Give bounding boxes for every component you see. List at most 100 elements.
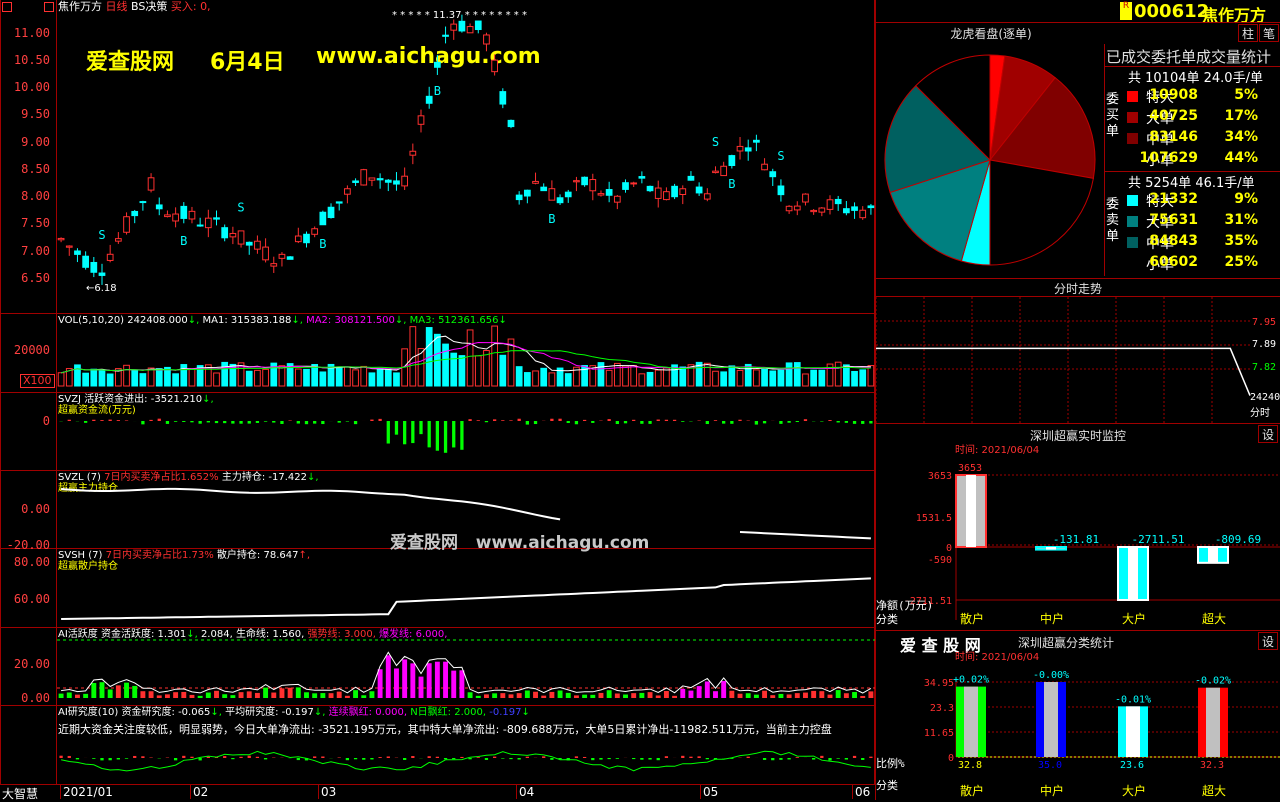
svzj-bar (199, 421, 202, 424)
bar-mode-button[interactable]: 柱 (1238, 24, 1258, 42)
svzj-bar (84, 421, 87, 423)
ai-research-bar (501, 758, 504, 759)
candle-body (91, 262, 97, 272)
legend-value: 107629 (1138, 150, 1198, 166)
ai-active-bar (836, 690, 841, 698)
svzj-bar (231, 421, 234, 424)
volume-bar (83, 373, 89, 386)
ai-active-bar (337, 692, 342, 698)
legend-value: 40725 (1138, 108, 1198, 124)
monitor-category: 超大 (1202, 611, 1226, 626)
classify-bar-chart[interactable]: 34.9523.311.650+0.02%32.8-0.00%35.0-0.01… (876, 662, 1280, 800)
ai-research-bar (68, 756, 71, 758)
svzj-bar (223, 421, 226, 423)
candle-body (500, 92, 506, 104)
monitor-axis-label: -590 (928, 555, 952, 566)
ai-active-bar (599, 693, 604, 698)
svzj-bar (575, 421, 578, 424)
ai-research-bar (256, 757, 259, 758)
candle-body (230, 233, 236, 236)
svzj-bar (730, 421, 733, 424)
svzj-bar (722, 421, 725, 424)
volume-bar (786, 363, 792, 386)
classify-bar-highlight (1206, 688, 1220, 757)
signal-label-b: B (319, 237, 326, 251)
candle-body (222, 228, 228, 238)
ai-research-bar (542, 756, 545, 758)
ai-research-bar (853, 756, 856, 758)
candle-body (361, 170, 367, 185)
tick-mode-button[interactable]: 笔 (1259, 24, 1279, 42)
candlestick-chart[interactable]: SBSBBBSBS (57, 0, 875, 312)
tick-mode-label: 笔 (1263, 27, 1275, 41)
legend-swatch (1127, 133, 1138, 144)
volume-bar (762, 369, 768, 386)
svzj-bar (673, 420, 676, 421)
candle-body (492, 60, 498, 71)
ai-active-bar (582, 695, 587, 698)
ai-active-bar (394, 668, 399, 698)
volume-bar (721, 372, 727, 386)
svzj-bar (174, 421, 177, 422)
ai-active-bar (386, 655, 391, 698)
candle-body (394, 181, 400, 184)
monitor-bar-chart[interactable]: 36531531.50-590-2711.513653-131.81-2711.… (876, 455, 1280, 630)
ai-active-bar (230, 695, 235, 698)
ai-research-bar (174, 758, 177, 760)
candle-body (786, 206, 792, 210)
candle-body (565, 192, 571, 197)
candle-body (484, 35, 490, 44)
time-label: 06 (852, 785, 870, 799)
dragon-pie-chart[interactable] (876, 44, 1104, 276)
volume-bar (516, 367, 522, 386)
vol-unit[interactable]: X100 (20, 374, 55, 388)
svzj-bar (558, 419, 561, 421)
ai-research-bar (591, 758, 594, 760)
ai-active-bar (157, 695, 162, 698)
svzj-bar (706, 421, 709, 424)
sell-total: 共 5254单 46.1手/单 (1128, 172, 1255, 191)
svzj-bar (109, 420, 112, 421)
volume-bar (475, 356, 481, 386)
ai-active-bar (402, 659, 407, 698)
classify-axis-label: 34.95 (924, 678, 954, 689)
classify-category: 散户 (960, 783, 984, 798)
classify-bottom-label: 32.3 (1200, 760, 1224, 771)
ai-research-bar (640, 758, 643, 760)
classify-settings-button[interactable]: 设 (1258, 632, 1278, 650)
svsh-axis-1: 60.00 (0, 592, 50, 606)
ai-active-bar (484, 694, 489, 698)
ai-active-bar (574, 695, 579, 698)
ai-research-bar (239, 757, 242, 758)
ai-active-bar (459, 670, 464, 698)
volume-bar (459, 356, 465, 386)
ai-research-bar (354, 758, 357, 759)
candle-body (713, 171, 719, 172)
candle-body (279, 254, 285, 258)
ai-active-bar (639, 693, 644, 698)
legend-swatch (1127, 195, 1138, 206)
volume-bar (451, 353, 457, 386)
signal-label-s: S (777, 149, 784, 163)
volume-bar (107, 374, 113, 386)
ai-active-bar (116, 685, 121, 698)
intraday-chart[interactable] (876, 297, 1250, 423)
classify-settings-label: 设 (1262, 635, 1274, 649)
svzj-bar (264, 421, 267, 422)
buy-total: 共 10104单 24.0手/单 (1128, 67, 1263, 86)
volume-bar (189, 369, 195, 386)
ai-research-bar (861, 758, 864, 760)
corner-label: 大智慧 (2, 785, 38, 802)
monitor-settings-button[interactable]: 设 (1258, 425, 1278, 443)
ai-research-bar (599, 758, 602, 760)
candle-body (197, 225, 203, 226)
volume-bar (320, 372, 326, 386)
ai-active-bar (165, 694, 170, 698)
svzj-bar (755, 421, 758, 425)
ai-research-bar (190, 757, 193, 758)
ai-active-bar (615, 693, 620, 698)
volume-bar (99, 371, 105, 386)
candle-body (205, 218, 211, 227)
ai-research-bar (697, 756, 700, 758)
volume-chart (57, 314, 875, 392)
